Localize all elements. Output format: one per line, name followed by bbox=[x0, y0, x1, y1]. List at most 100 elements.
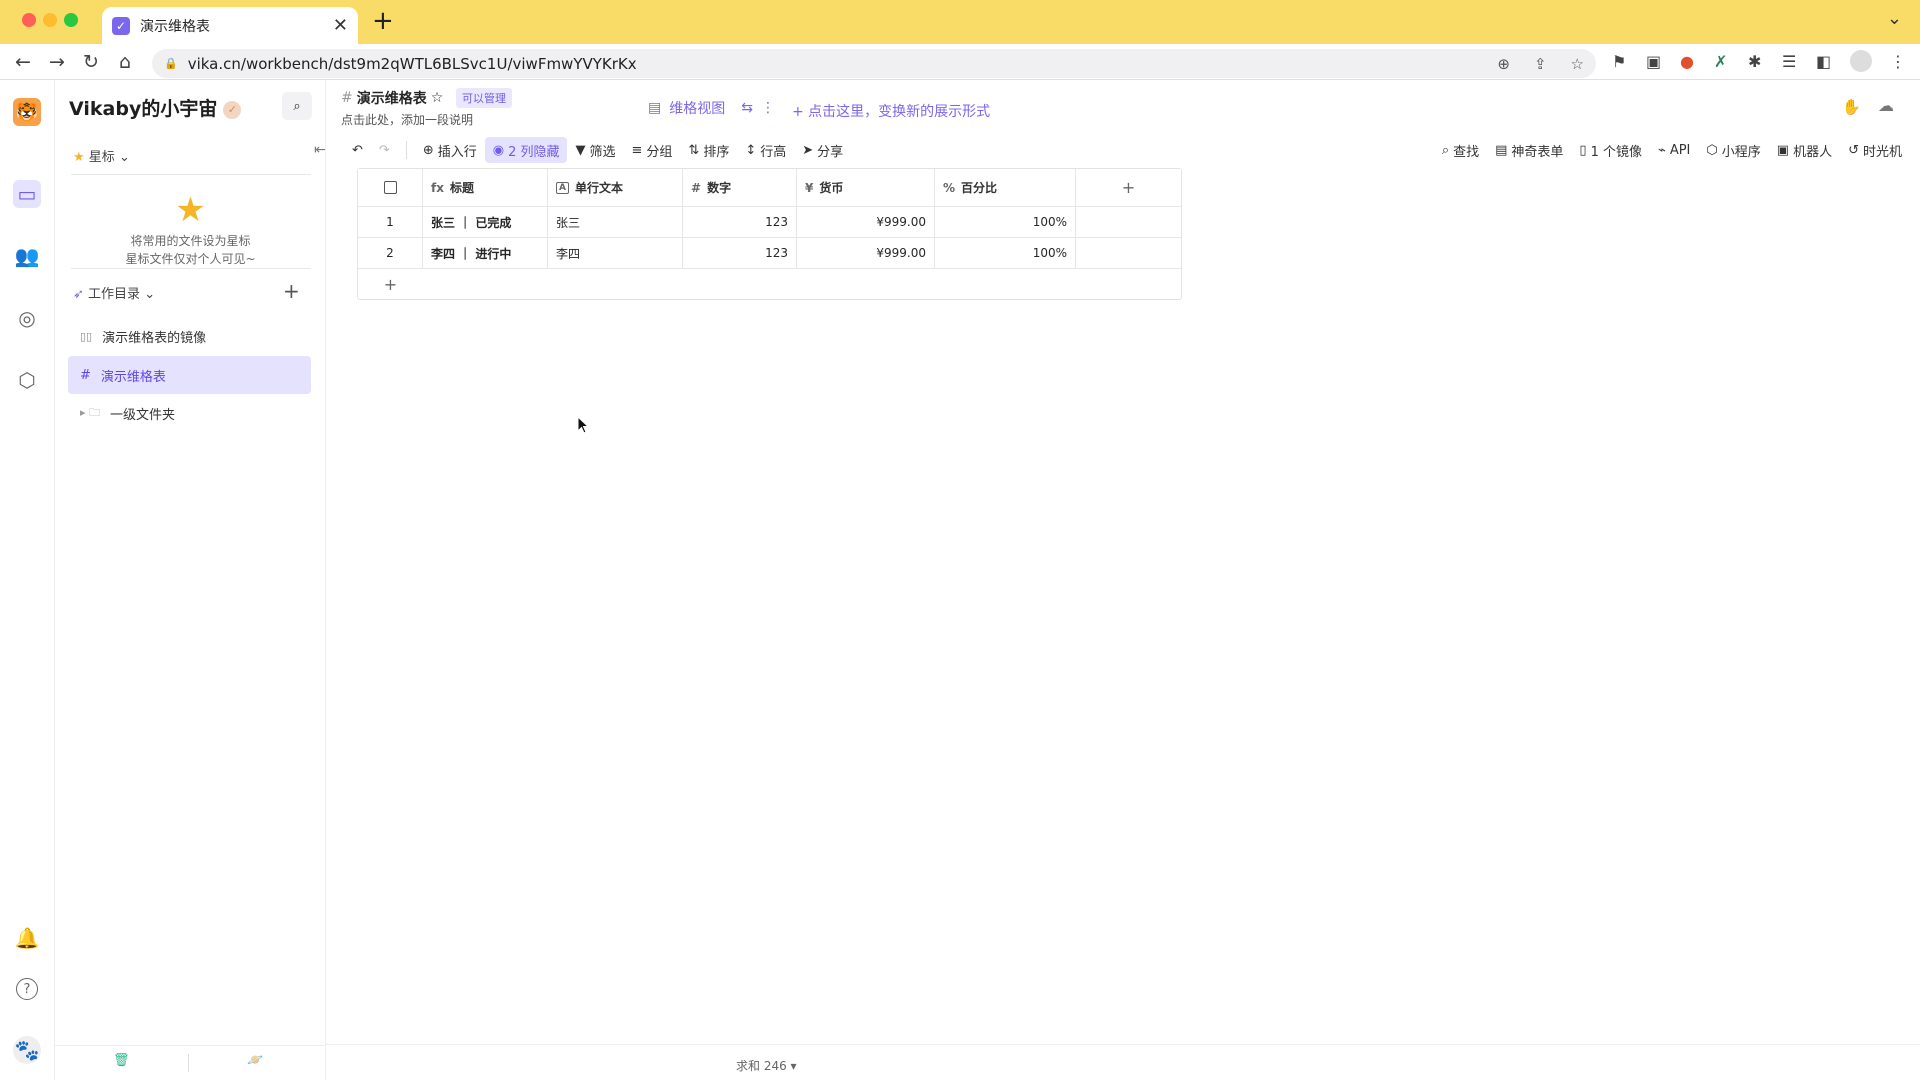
extension-image-icon[interactable]: ▣ bbox=[1646, 52, 1661, 71]
row-height-button[interactable]: ↕ 行高 bbox=[737, 137, 794, 163]
number-cell[interactable]: 123 bbox=[683, 207, 797, 237]
title-cell[interactable]: 李四 ｜ 进行中 bbox=[423, 238, 548, 268]
members-icon[interactable]: 👥 bbox=[13, 242, 41, 270]
browser-tab[interactable]: ✓ 演示维格表 ✕ bbox=[102, 7, 358, 44]
add-view-button[interactable]: + 点击这里，变换新的展示形式 bbox=[792, 101, 990, 121]
currency-cell[interactable]: ¥999.00 bbox=[797, 207, 935, 237]
template-planet-icon[interactable]: 🪐 bbox=[247, 1053, 263, 1068]
workdir-section-toggle[interactable]: ➶ 工作目录 ⌄ bbox=[73, 283, 155, 302]
table-row[interactable]: 1 张三 ｜ 已完成 张三 123 ¥999.00 100% bbox=[358, 207, 1181, 238]
text-cell[interactable]: 张三 bbox=[548, 207, 683, 237]
side-panel-icon[interactable]: ◧ bbox=[1816, 52, 1831, 71]
extensions-puzzle-icon[interactable]: ✱ bbox=[1748, 52, 1761, 71]
form-button[interactable]: ▤ 神奇表单 bbox=[1487, 137, 1571, 163]
tab-search-icon[interactable]: ⌄ bbox=[1887, 8, 1902, 29]
sidebar-search-button[interactable]: ⌕ bbox=[282, 92, 312, 120]
api-button[interactable]: ⌁ API bbox=[1650, 137, 1698, 163]
close-window-button[interactable] bbox=[22, 13, 36, 27]
text-cell[interactable]: 李四 bbox=[548, 238, 683, 268]
home-icon[interactable]: ⌂ bbox=[108, 51, 142, 73]
redo-icon[interactable]: ↷ bbox=[371, 137, 398, 163]
space-logo[interactable]: 🐯 bbox=[13, 98, 41, 126]
select-all-checkbox[interactable] bbox=[358, 169, 423, 206]
hidden-columns-button[interactable]: ◉ 2 列隐藏 bbox=[484, 137, 568, 163]
extension-red-icon[interactable]: ● bbox=[1680, 52, 1694, 71]
table-row[interactable]: 2 李四 ｜ 进行中 李四 123 ¥999.00 100% bbox=[358, 238, 1181, 269]
add-row-button[interactable]: + bbox=[358, 269, 423, 299]
add-row-row: + bbox=[358, 269, 1181, 299]
tab-close-icon[interactable]: ✕ bbox=[333, 15, 348, 36]
add-column-button[interactable]: + bbox=[1076, 169, 1181, 206]
robot-button[interactable]: ▣ 机器人 bbox=[1769, 137, 1840, 163]
group-button[interactable]: ≡ 分组 bbox=[624, 137, 681, 163]
favorite-star-icon[interactable]: ☆ bbox=[431, 90, 444, 106]
number-cell[interactable]: 123 bbox=[683, 238, 797, 268]
column-header[interactable]: # 数字 bbox=[683, 169, 797, 206]
label: 行高 bbox=[760, 144, 787, 160]
tab-grid-view[interactable]: ▤ 维格视图 ⇆ ⋮ bbox=[648, 94, 775, 122]
column-header[interactable]: fx 标题 bbox=[423, 169, 548, 206]
column-header[interactable]: ¥ 货币 bbox=[797, 169, 935, 206]
extension-green-icon[interactable]: ✗ bbox=[1714, 52, 1727, 71]
back-icon[interactable]: ← bbox=[6, 51, 40, 73]
percent-cell[interactable]: 100% bbox=[935, 207, 1076, 237]
view-more-icon[interactable]: ⋮ bbox=[761, 100, 775, 116]
address-bar[interactable]: 🔒 vika.cn/workbench/dst9m2qWTL6BLSvc1U/v… bbox=[152, 49, 1596, 78]
column-header[interactable]: % 百分比 bbox=[935, 169, 1076, 206]
description-field[interactable]: 点击此处，添加一段说明 bbox=[341, 111, 473, 128]
starred-section-toggle[interactable]: ★ 星标 ⌄ bbox=[73, 146, 130, 165]
time-machine-button[interactable]: ↺ 时光机 bbox=[1840, 137, 1910, 163]
mirror-button[interactable]: ▯ 1 个镜像 bbox=[1571, 137, 1650, 163]
datasheet-title[interactable]: # 演示维格表 ☆ bbox=[341, 88, 443, 108]
view-toolbar: ↶ ↷ ⊕ 插入行 ◉ 2 列隐藏 ▼ 筛选 ≡ 分组 ⇅ 排序 ↕ 行高 ➤ 分享 ⌕ 查找 … bbox=[326, 136, 1920, 164]
divider bbox=[71, 174, 311, 175]
sum-statistic[interactable]: 求和 246 ▾ bbox=[736, 1057, 797, 1074]
settings-icon[interactable]: ⬡ bbox=[13, 366, 41, 394]
browser-menu-icon[interactable]: ⋮ bbox=[1890, 52, 1906, 71]
reload-icon[interactable]: ↻ bbox=[74, 51, 108, 73]
trash-icon[interactable]: 🗑 bbox=[113, 1053, 130, 1068]
extension-icon[interactable]: ⚑ bbox=[1612, 52, 1626, 71]
tab-title: 演示维格表 bbox=[140, 18, 210, 35]
share-button[interactable]: ➤ 分享 bbox=[794, 137, 851, 163]
workbench-icon[interactable]: ▭ bbox=[13, 180, 41, 208]
mouse-cursor bbox=[577, 415, 590, 434]
node-folder[interactable]: ▸ 🗀 一级文件夹 bbox=[68, 394, 311, 432]
permission-badge[interactable]: 可以管理 bbox=[456, 88, 512, 108]
widget-button[interactable]: ⬡ 小程序 bbox=[1698, 137, 1768, 163]
reading-list-icon[interactable]: ☰ bbox=[1782, 52, 1796, 71]
explore-icon[interactable]: ◎ bbox=[13, 304, 41, 332]
filter-button[interactable]: ▼ 筛选 bbox=[567, 137, 623, 163]
node-datasheet[interactable]: # 演示维格表 bbox=[68, 356, 311, 394]
user-avatar[interactable]: 🐾 bbox=[13, 1036, 41, 1064]
undo-icon[interactable]: ↶ bbox=[344, 137, 371, 163]
workspace-name[interactable]: Vikaby的小宇宙 ✓ bbox=[69, 94, 242, 121]
notification-bell-icon[interactable]: 🔔 bbox=[13, 924, 41, 952]
node-mirror[interactable]: ▯▯ 演示维格表的镜像 bbox=[68, 317, 311, 355]
collapse-sidebar-icon[interactable]: ⇤ bbox=[314, 142, 326, 158]
currency-cell[interactable]: ¥999.00 bbox=[797, 238, 935, 268]
new-tab-button[interactable]: + bbox=[372, 6, 394, 36]
widget-icon: ⬡ bbox=[1706, 142, 1718, 158]
minimize-window-button[interactable] bbox=[43, 13, 57, 27]
insert-row-button[interactable]: ⊕ 插入行 bbox=[415, 137, 485, 163]
label: 时光机 bbox=[1862, 144, 1902, 160]
title-cell[interactable]: 张三 ｜ 已完成 bbox=[423, 207, 548, 237]
zoom-icon[interactable]: ⊕ bbox=[1497, 55, 1510, 73]
sort-button[interactable]: ⇅ 排序 bbox=[680, 137, 737, 163]
view-switch-icon[interactable]: ⇆ bbox=[741, 100, 753, 116]
help-icon[interactable]: ? bbox=[16, 978, 38, 1000]
add-node-button[interactable]: + bbox=[283, 279, 300, 303]
url-text[interactable]: vika.cn/workbench/dst9m2qWTL6BLSvc1U/viw… bbox=[188, 55, 1474, 73]
currency-field-icon: ¥ bbox=[805, 180, 814, 195]
datasheet-header: # 演示维格表 ☆ 可以管理 点击此处，添加一段说明 ▤ 维格视图 ⇆ ⋮ + … bbox=[326, 80, 1920, 130]
column-header[interactable]: A 单行文本 bbox=[548, 169, 683, 206]
share-page-icon[interactable]: ⇪ bbox=[1534, 55, 1547, 73]
maximize-window-button[interactable] bbox=[64, 13, 78, 27]
profile-avatar[interactable] bbox=[1850, 50, 1872, 72]
forward-icon[interactable]: → bbox=[40, 51, 74, 73]
bookmark-star-icon[interactable]: ☆ bbox=[1571, 55, 1584, 73]
percent-cell[interactable]: 100% bbox=[935, 238, 1076, 268]
search-button[interactable]: ⌕ 查找 bbox=[1434, 137, 1487, 163]
sidebar-footer: 🗑 🪐 bbox=[55, 1045, 326, 1080]
